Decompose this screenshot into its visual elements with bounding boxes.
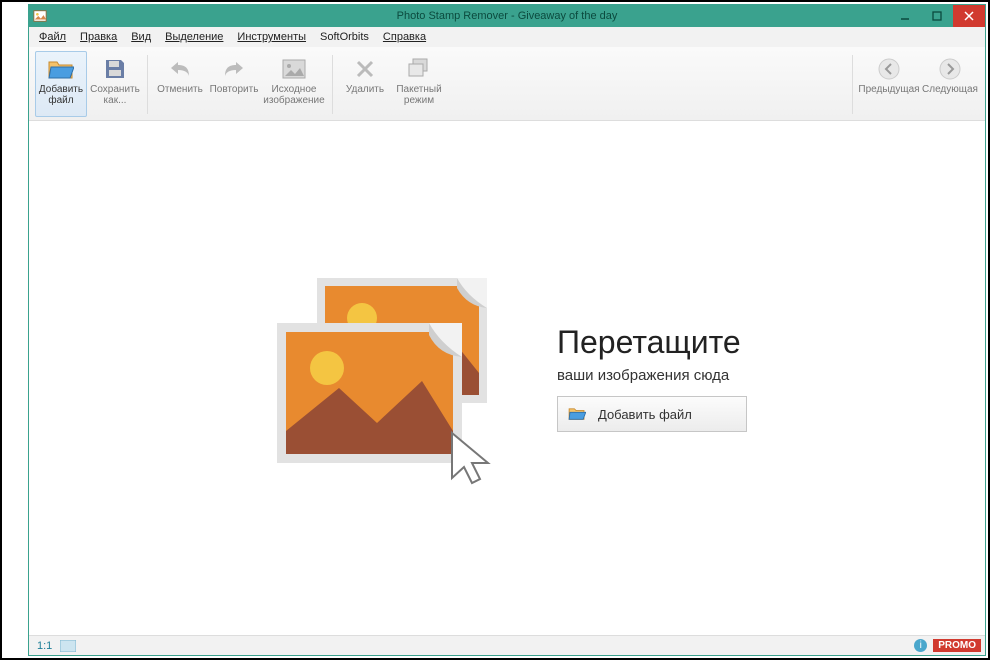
menu-tools[interactable]: Инструменты <box>231 27 312 47</box>
zoom-indicator[interactable]: 1:1 <box>37 640 52 652</box>
folder-open-icon <box>48 56 74 82</box>
add-file-button[interactable]: Добавитьфайл <box>35 51 87 117</box>
original-label-2: изображение <box>263 95 324 106</box>
drop-subtitle: ваши изображения сюда <box>557 367 747 384</box>
promo-badge[interactable]: PROMO <box>933 639 981 652</box>
next-button[interactable]: Следующая <box>921 51 979 117</box>
delete-icon <box>352 56 378 82</box>
thumbnail-icon[interactable] <box>60 640 76 652</box>
redo-label: Повторить <box>210 84 259 95</box>
redo-icon <box>221 56 247 82</box>
drop-button-label: Добавить файл <box>598 407 692 422</box>
menu-view[interactable]: Вид <box>125 27 157 47</box>
menu-selection[interactable]: Выделение <box>159 27 229 47</box>
original-label-1: Исходное <box>272 84 317 95</box>
prev-label: Предыдущая <box>858 84 919 95</box>
menu-edit[interactable]: Правка <box>74 27 123 47</box>
canvas-area[interactable]: Перетащите ваши изображения сюда Добавит… <box>29 121 985 635</box>
save-as-label-2: как... <box>104 95 127 106</box>
batch-label-1: Пакетный <box>396 84 441 95</box>
drop-zone: Перетащите ваши изображения сюда Добавит… <box>267 268 747 488</box>
redo-button[interactable]: Повторить <box>208 51 260 117</box>
batch-label-2: режим <box>404 95 434 106</box>
drop-title: Перетащите <box>557 324 747 361</box>
cursor-icon <box>452 433 488 483</box>
toolbar: Добавитьфайл Сохранитькак... Отменить По… <box>29 47 985 121</box>
add-file-label-2: файл <box>48 95 73 106</box>
arrow-right-icon <box>937 56 963 82</box>
undo-button[interactable]: Отменить <box>154 51 206 117</box>
undo-icon <box>167 56 193 82</box>
original-image-button[interactable]: Исходноеизображение <box>262 51 326 117</box>
info-icon[interactable]: i <box>914 639 927 652</box>
delete-label: Удалить <box>346 84 384 95</box>
drop-illustration <box>267 268 527 488</box>
add-file-label-1: Добавить <box>39 84 83 95</box>
save-icon <box>102 56 128 82</box>
arrow-left-icon <box>876 56 902 82</box>
title-bar: Photo Stamp Remover - Giveaway of the da… <box>29 5 985 27</box>
maximize-button[interactable] <box>921 5 953 27</box>
save-as-button[interactable]: Сохранитькак... <box>89 51 141 117</box>
batch-icon <box>406 56 432 82</box>
menu-softorbits[interactable]: SoftOrbits <box>314 27 375 47</box>
prev-button[interactable]: Предыдущая <box>859 51 919 117</box>
menu-file[interactable]: Файл <box>33 27 72 47</box>
window-title: Photo Stamp Remover - Giveaway of the da… <box>29 10 985 22</box>
minimize-button[interactable] <box>889 5 921 27</box>
batch-mode-button[interactable]: Пакетныйрежим <box>393 51 445 117</box>
close-button[interactable] <box>953 5 985 27</box>
drop-add-file-button[interactable]: Добавить файл <box>557 396 747 432</box>
status-bar: 1:1 i PROMO <box>29 635 985 655</box>
save-as-label-1: Сохранить <box>90 84 140 95</box>
delete-button[interactable]: Удалить <box>339 51 391 117</box>
menu-help[interactable]: Справка <box>377 27 432 47</box>
next-label: Следующая <box>922 84 978 95</box>
undo-label: Отменить <box>157 84 203 95</box>
menu-bar: Файл Правка Вид Выделение Инструменты So… <box>29 27 985 47</box>
image-icon <box>281 56 307 82</box>
folder-open-icon <box>568 407 586 421</box>
